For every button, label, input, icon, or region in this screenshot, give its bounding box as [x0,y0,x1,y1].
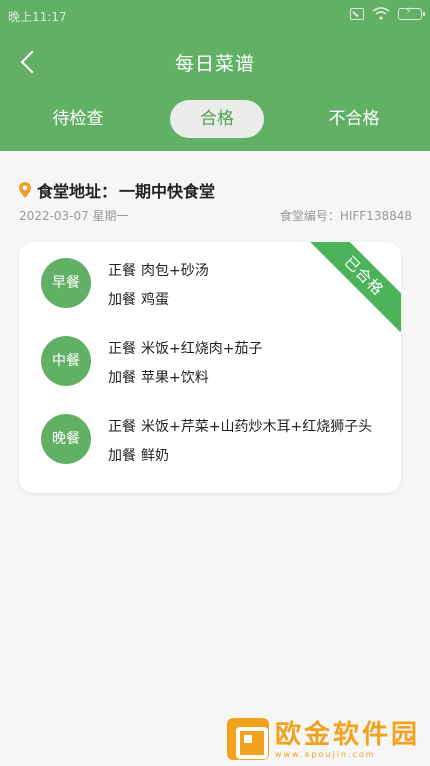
extra-meal-line: 加餐 鸡蛋 [108,289,169,309]
watermark: 欧金软件园 www.apoujin.com [226,718,420,760]
meal-badge: 中餐 [41,336,91,386]
main-meal-items: 米饭+芹菜+山药炒木耳+红烧狮子头 [141,419,373,435]
page-title: 每日菜谱 [174,53,255,75]
address-label: 食堂地址： [37,182,118,201]
nav-bar: 每日菜谱 [0,40,430,84]
meal-lunch: 中餐 正餐 米饭+红烧肉+茄子 加餐 苹果+饮料 [19,334,401,404]
main-meal-line: 正餐 米饭+芹菜+山药炒木耳+红烧狮子头 [108,416,372,436]
canteen-number: 食堂编号：HIFF138848 [279,209,412,223]
address-value: 一期中快食堂 [119,182,216,201]
main-meal-label: 正餐 [108,419,136,435]
tab-qualified[interactable]: 合格 [170,100,264,138]
status-icons [350,6,425,20]
main-meal-label: 正餐 [108,341,136,357]
battery-charging-icon [398,6,425,20]
extra-meal-line: 加餐 鲜奶 [108,445,169,465]
main-meal-label: 正餐 [108,263,136,279]
meal-badge: 晚餐 [41,414,91,464]
extra-meal-label: 加餐 [108,448,136,464]
main-meal-line: 正餐 肉包+砂汤 [108,260,209,280]
tab-pending[interactable]: 待检查 [22,100,134,138]
main-meal-items: 米饭+红烧肉+茄子 [141,341,263,357]
main-meal-items: 肉包+砂汤 [141,263,209,279]
watermark-logo-icon [226,718,269,760]
wifi-icon [372,7,390,20]
sim-icon [350,7,364,20]
watermark-url: www.apoujin.com [274,749,376,759]
address-row: 食堂地址： 一期中快食堂 [19,178,215,202]
main-meal-line: 正餐 米饭+红烧肉+茄子 [108,338,262,358]
location-pin-icon [19,182,31,198]
status-bar: 晚上11:17 [0,0,430,30]
extra-meal-label: 加餐 [108,370,136,386]
meal-badge: 早餐 [41,258,91,308]
extra-meal-items: 鲜奶 [141,448,169,464]
tab-bar: 待检查 合格 不合格 [0,100,430,140]
watermark-text: 欧金软件园 [274,719,420,750]
meal-dinner: 晚餐 正餐 米饭+芹菜+山药炒木耳+红烧狮子头 加餐 鲜奶 [19,412,401,482]
tab-unqualified[interactable]: 不合格 [298,100,410,138]
canteen-info: 食堂地址： 一期中快食堂 2022-03-07 星期一 食堂编号：HIFF138… [0,151,430,241]
date-text: 2022-03-07 星期一 [19,209,129,223]
menu-card: 已合格 早餐 正餐 肉包+砂汤 加餐 鸡蛋 中餐 正餐 米饭+红烧肉+茄子 加餐 苹果+… [19,242,401,493]
extra-meal-label: 加餐 [108,292,136,308]
status-time: 晚上11:17 [8,10,67,24]
extra-meal-items: 苹果+饮料 [141,370,209,386]
extra-meal-items: 鸡蛋 [141,292,169,308]
header: 晚上11:17 每日菜谱 待检查 合格 不合格 [0,0,430,151]
extra-meal-line: 加餐 苹果+饮料 [108,367,209,387]
meal-breakfast: 早餐 正餐 肉包+砂汤 加餐 鸡蛋 [19,256,401,326]
